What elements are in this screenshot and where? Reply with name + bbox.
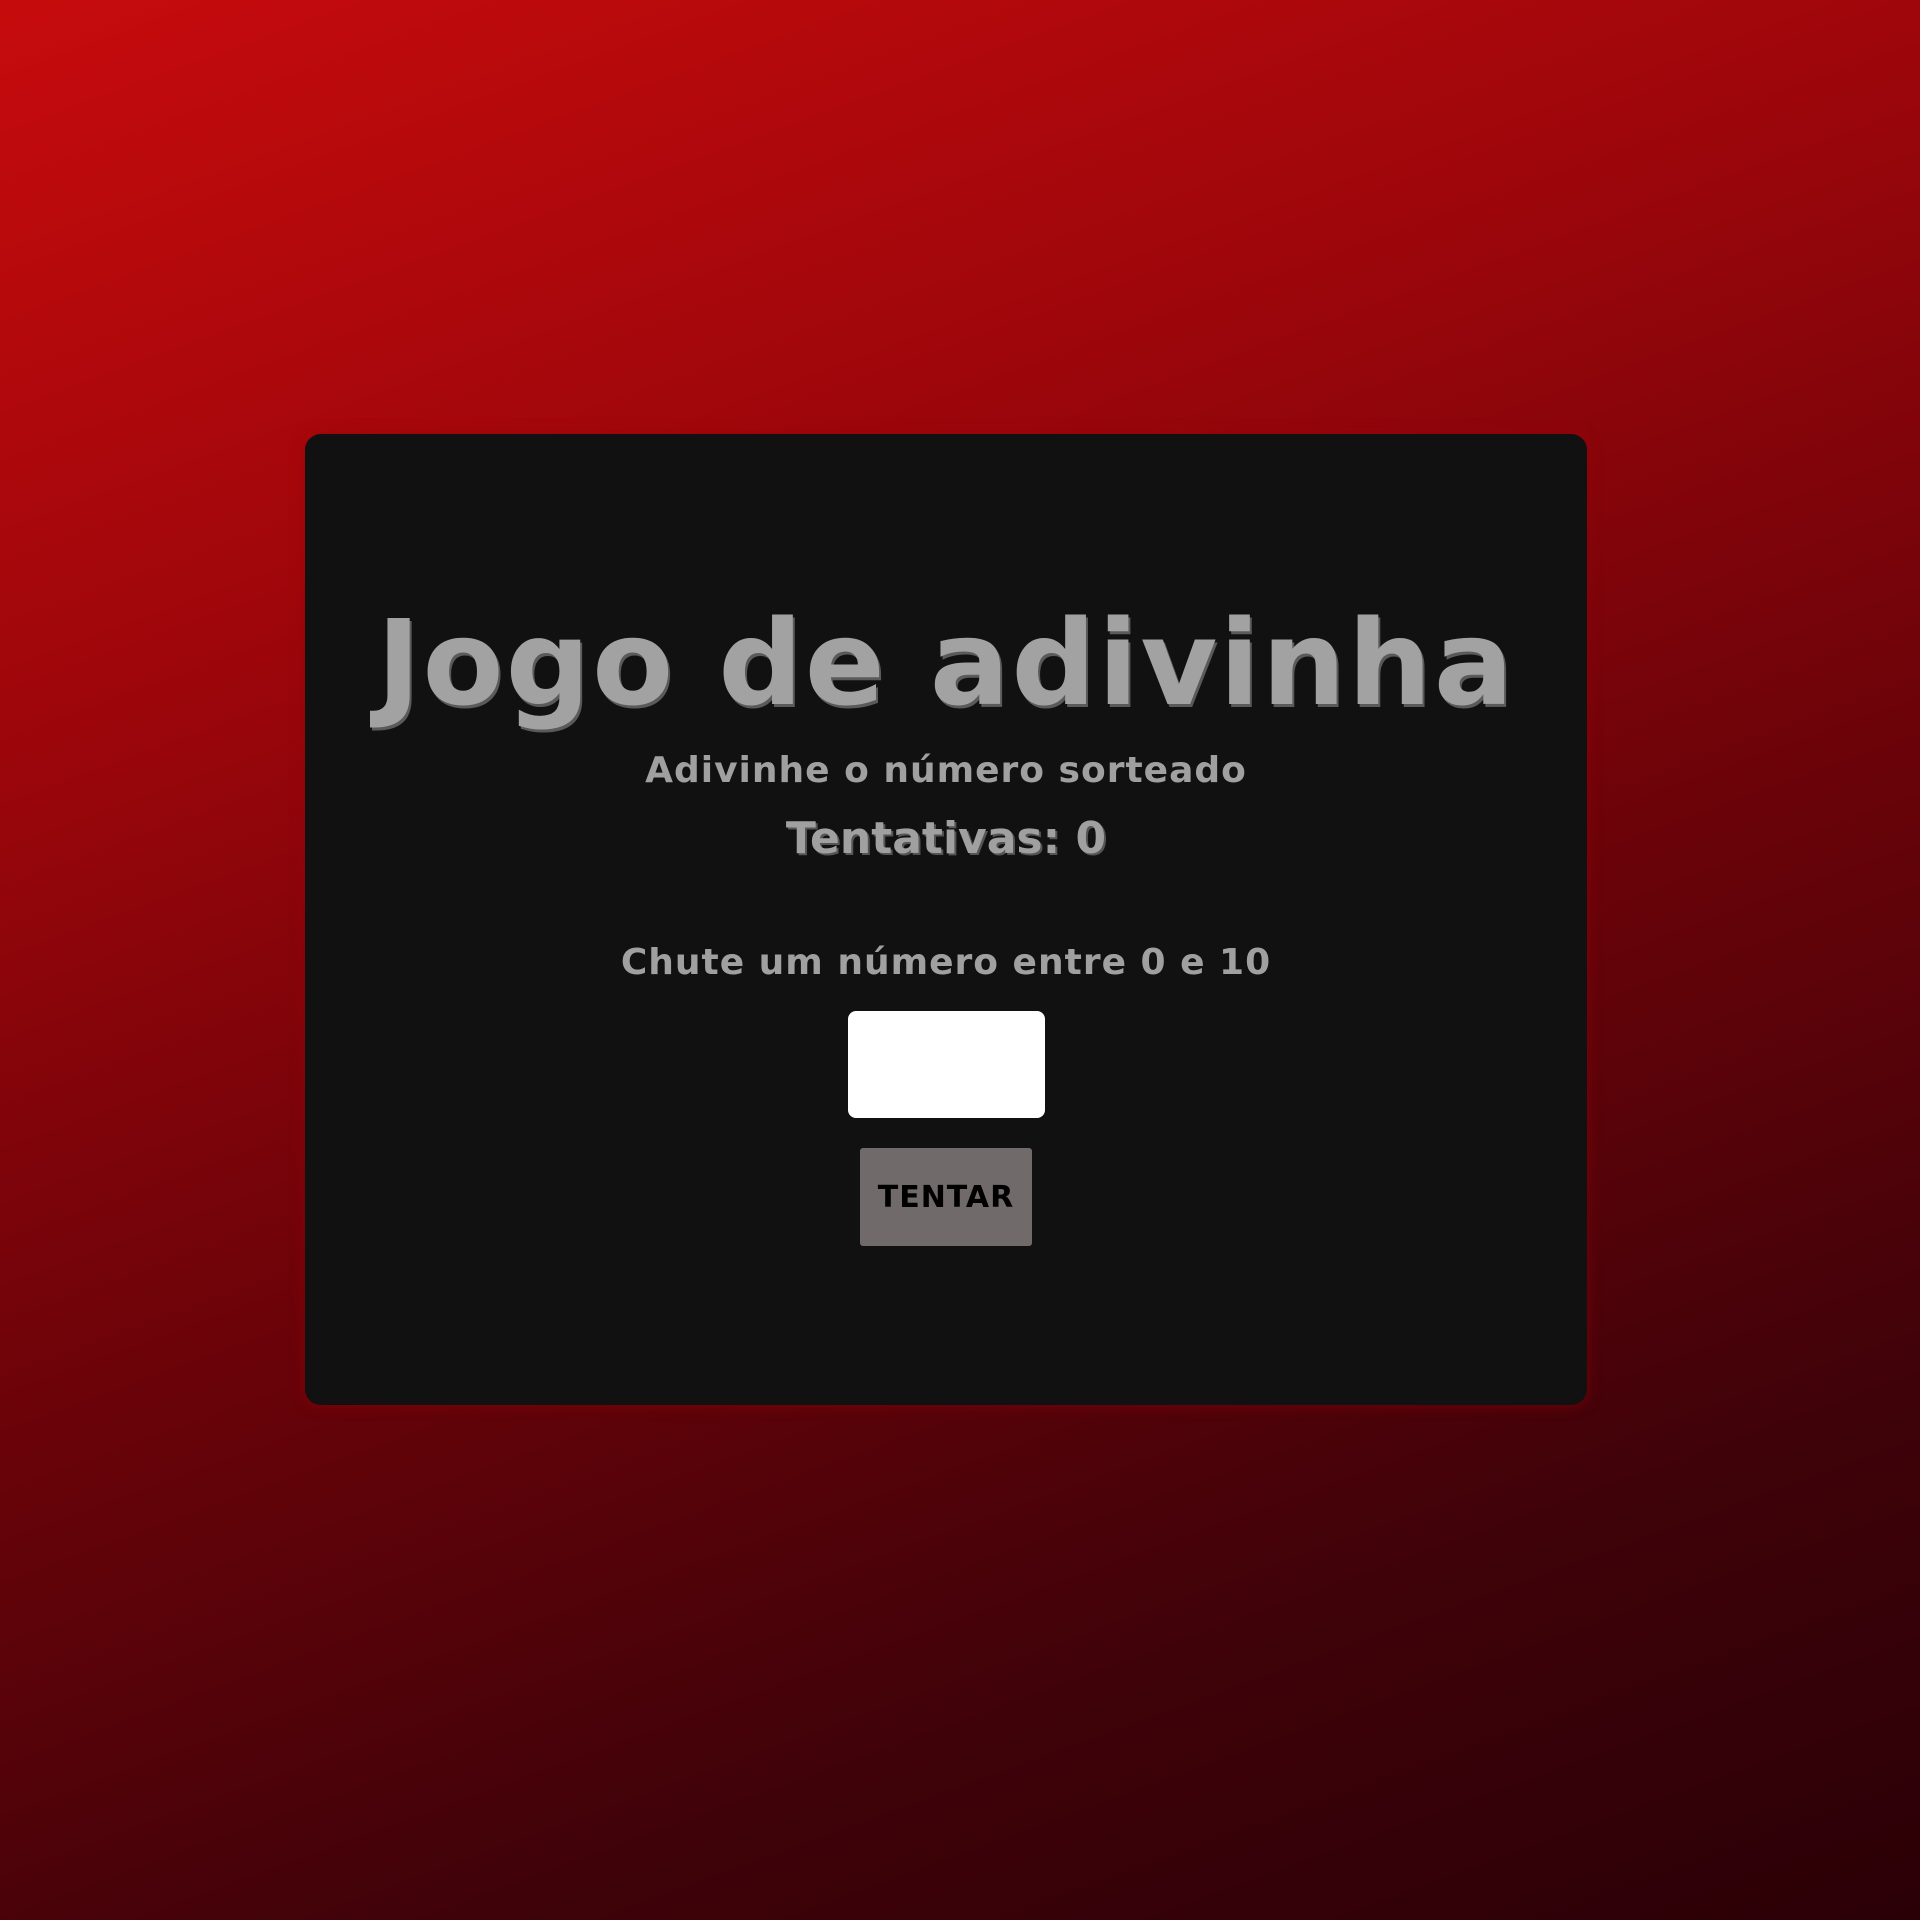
game-subtitle: Adivinhe o número sorteado xyxy=(645,750,1247,791)
guess-input[interactable] xyxy=(847,1011,1045,1118)
attempts-counter: Tentativas: 0 xyxy=(785,813,1107,864)
try-button[interactable]: TENTAR xyxy=(860,1148,1032,1246)
guess-prompt: Chute um número entre 0 e 10 xyxy=(620,942,1272,983)
game-card: Jogo de adivinha Adivinhe o número sorte… xyxy=(305,434,1587,1405)
game-title: Jogo de adivinha xyxy=(376,594,1516,732)
